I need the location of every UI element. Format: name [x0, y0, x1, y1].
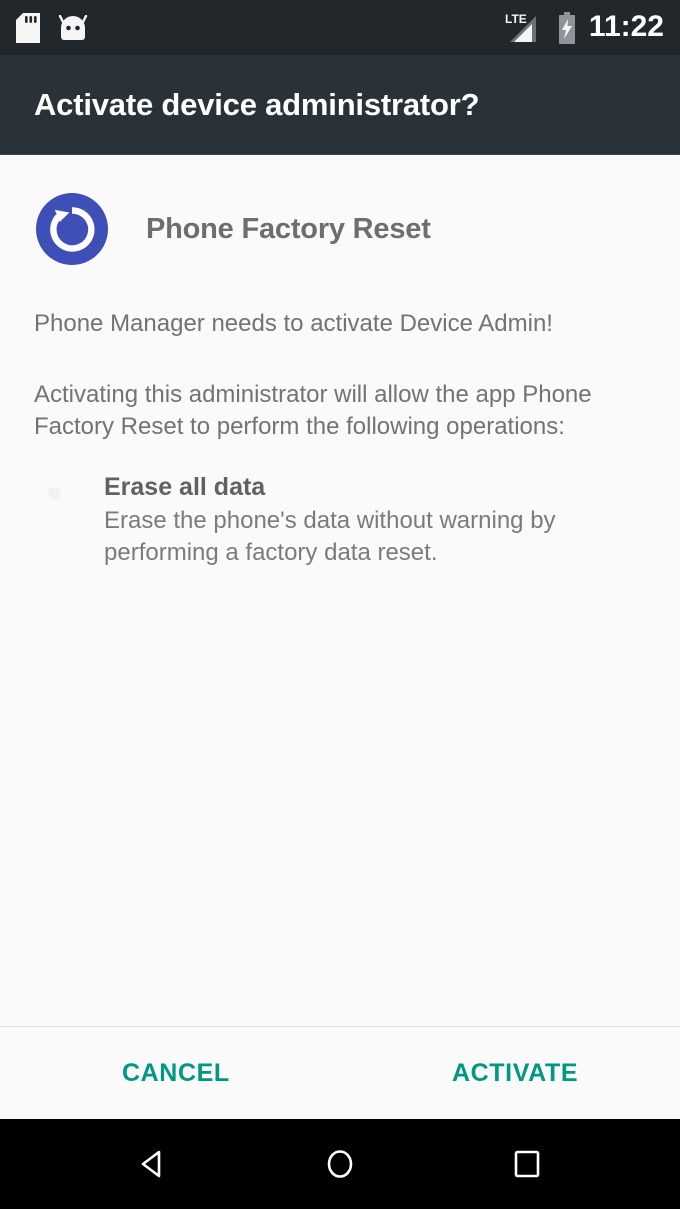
battery-charging-icon: [557, 11, 577, 44]
home-button[interactable]: [300, 1134, 380, 1194]
device-screen: LTE 11:22 Activate device administrator?: [0, 0, 680, 1209]
page-title: Activate device administrator?: [34, 86, 480, 122]
status-bar-right-icons: LTE 11:22: [505, 11, 664, 45]
policy-title: Erase all data: [104, 472, 266, 501]
recents-square-icon: [514, 1150, 539, 1178]
bullet-icon: [48, 486, 61, 500]
dialog-header: Activate device administrator?: [0, 55, 680, 155]
policy-detail: Erase the phone's data without warning b…: [104, 507, 556, 566]
status-bar: LTE 11:22: [0, 0, 680, 55]
cancel-button[interactable]: CANCEL: [104, 1045, 248, 1102]
back-button[interactable]: [113, 1134, 193, 1194]
back-triangle-icon: [142, 1150, 161, 1178]
android-navigation-bar: [0, 1119, 680, 1209]
app-identity-row: Phone Factory Reset: [34, 191, 646, 267]
factory-reset-icon: [34, 191, 110, 267]
signal-bars-icon: LTE: [505, 11, 545, 45]
dialog-action-bar: CANCEL ACTIVATE: [0, 1026, 680, 1119]
sd-card-icon: [16, 12, 40, 43]
home-circle-icon: [327, 1150, 353, 1178]
status-bar-left-icons: [16, 12, 88, 43]
policy-description: Activating this administrator will allow…: [34, 381, 592, 440]
policy-list: Erase all data Erase the phone's data wi…: [34, 471, 646, 568]
recents-button[interactable]: [487, 1134, 567, 1194]
activate-button[interactable]: ACTIVATE: [434, 1045, 596, 1102]
dialog-content: Phone Factory Reset Phone Manager needs …: [0, 155, 680, 1026]
lead-message: Phone Manager needs to activate Device A…: [34, 310, 553, 337]
app-name: Phone Factory Reset: [146, 212, 431, 245]
status-bar-clock: 11:22: [588, 9, 664, 43]
list-item: Erase all data Erase the phone's data wi…: [34, 471, 646, 568]
svg-text:LTE: LTE: [505, 12, 527, 26]
android-head-icon: [58, 14, 88, 41]
